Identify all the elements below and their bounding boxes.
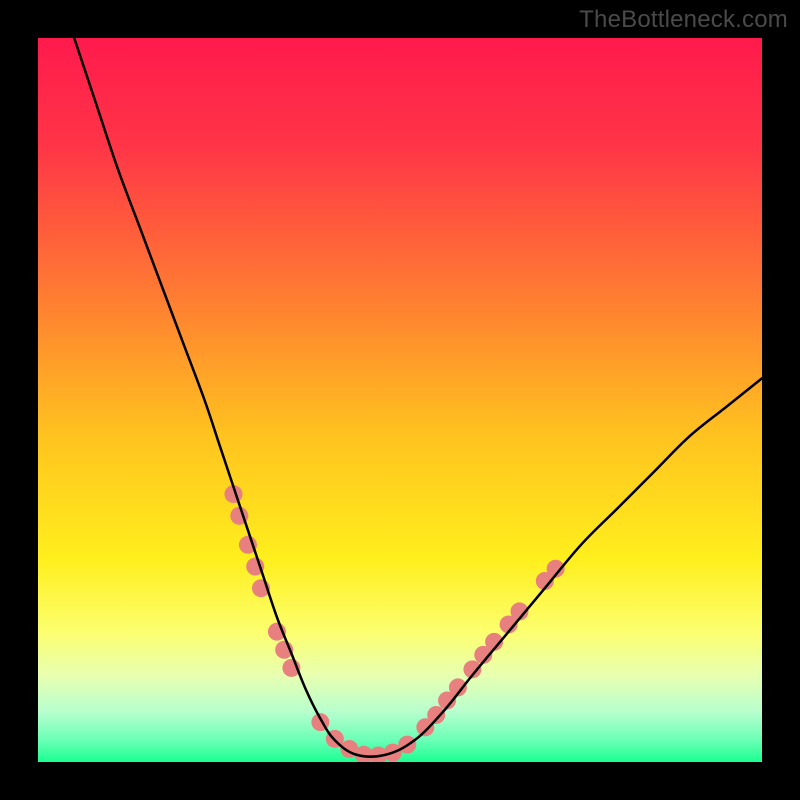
chart-area (38, 38, 762, 762)
watermark-text: TheBottleneck.com (579, 6, 788, 34)
bottleneck-curve-line (74, 38, 762, 757)
data-point-markers (224, 485, 564, 762)
chart-curve-layer (38, 38, 762, 762)
